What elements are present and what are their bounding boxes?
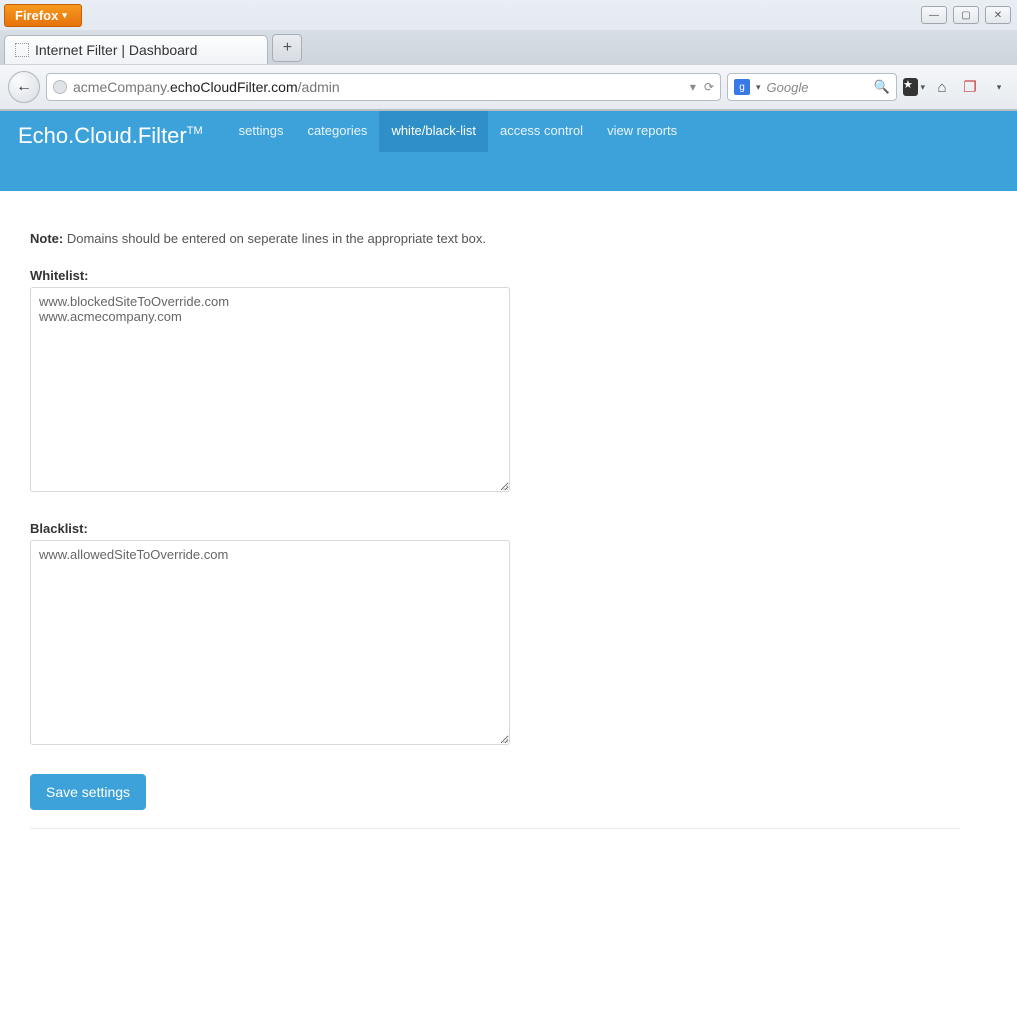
search-bar[interactable]: g ▾ Google 🔍	[727, 73, 897, 101]
nav-view-reports[interactable]: view reports	[595, 111, 689, 152]
search-engine-dropdown-icon[interactable]: ▾	[756, 82, 761, 93]
globe-icon	[53, 80, 67, 94]
browser-tab[interactable]: Internet Filter | Dashboard	[4, 35, 268, 64]
tab-bar: Internet Filter | Dashboard +	[0, 30, 1017, 64]
titlebar: Firefox — ▢ ✕	[0, 0, 1017, 30]
tab-title: Internet Filter | Dashboard	[35, 42, 197, 58]
reload-icon[interactable]: ⟳	[704, 80, 714, 94]
nav-toolbar: ← acmeCompany.echoCloudFilter.com/admin …	[0, 64, 1017, 110]
close-button[interactable]: ✕	[985, 6, 1011, 24]
page-icon	[15, 43, 29, 57]
note-text: Note: Domains should be entered on seper…	[30, 231, 960, 246]
blacklist-input[interactable]	[30, 540, 510, 745]
nav-access-control[interactable]: access control	[488, 111, 595, 152]
url-actions: ▾ ⟳	[690, 80, 714, 94]
firefox-menu-button[interactable]: Firefox	[4, 4, 82, 27]
whitelist-input[interactable]	[30, 287, 510, 492]
whitelist-field: Whitelist:	[30, 268, 960, 495]
nav-settings[interactable]: settings	[227, 111, 296, 152]
save-button[interactable]: Save settings	[30, 774, 146, 810]
window-controls: — ▢ ✕	[921, 6, 1013, 24]
overflow-menu-button[interactable]	[987, 76, 1009, 98]
bookmark-star-icon: ★	[903, 78, 918, 96]
nav-categories[interactable]: categories	[295, 111, 379, 152]
whitelist-label: Whitelist:	[30, 268, 960, 283]
back-button[interactable]: ←	[8, 71, 40, 103]
blacklist-field: Blacklist:	[30, 521, 960, 748]
search-icon[interactable]: 🔍	[874, 79, 890, 95]
reader-button[interactable]: ❐	[959, 76, 981, 98]
browser-chrome: Firefox — ▢ ✕ Internet Filter | Dashboar…	[0, 0, 1017, 111]
new-tab-button[interactable]: +	[272, 34, 302, 62]
search-placeholder: Google	[767, 80, 868, 95]
dropdown-icon[interactable]: ▾	[690, 80, 696, 94]
home-button[interactable]: ⌂	[931, 76, 953, 98]
main-nav: settings categories white/black-list acc…	[227, 111, 690, 152]
actions-row: Save settings	[30, 774, 960, 829]
url-bar[interactable]: acmeCompany.echoCloudFilter.com/admin ▾ …	[46, 73, 721, 101]
app-header: Echo.Cloud.FilterTM settings categories …	[0, 111, 1017, 191]
blacklist-label: Blacklist:	[30, 521, 960, 536]
page-content: Note: Domains should be entered on seper…	[0, 191, 990, 859]
google-icon: g	[734, 79, 750, 95]
url-text: acmeCompany.echoCloudFilter.com/admin	[73, 79, 690, 95]
maximize-button[interactable]: ▢	[953, 6, 979, 24]
nav-white-black-list[interactable]: white/black-list	[379, 111, 488, 152]
brand-logo: Echo.Cloud.FilterTM	[18, 111, 227, 149]
bookmarks-menu-button[interactable]: ★	[903, 76, 925, 98]
minimize-button[interactable]: —	[921, 6, 947, 24]
